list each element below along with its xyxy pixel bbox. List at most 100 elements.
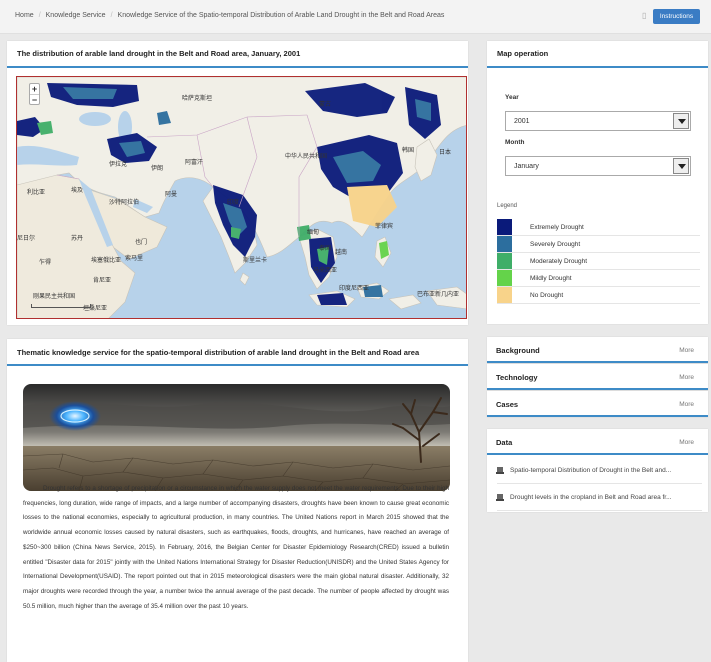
document-icon: [496, 494, 504, 501]
panel-divider: [487, 453, 708, 455]
panel-divider: [487, 415, 708, 417]
cases-more-link[interactable]: More: [679, 401, 694, 408]
map-label: 越南: [335, 250, 348, 256]
map-label: 蒙古: [319, 102, 332, 108]
zoom-out-button[interactable]: −: [30, 94, 39, 105]
map-label: 乍得: [39, 260, 52, 266]
legend-swatch: [497, 236, 512, 252]
legend-label: Extremely Drought: [530, 224, 584, 231]
data-list-item[interactable]: Spatio-temporal Distribution of Drought …: [496, 458, 702, 484]
breadcrumb-home[interactable]: Home: [15, 12, 34, 19]
drought-hero-image: [23, 384, 450, 491]
drought-map[interactable]: 哈萨克斯坦 蒙古 中华人民共和国 韩国 日本 伊拉克 伊朗 阿富汗 沙特阿拉伯 …: [16, 76, 467, 319]
map-label: 中华人民共和国: [285, 154, 328, 160]
breadcrumb-bar: Home / Knowledge Service / Knowledge Service…: [0, 0, 711, 34]
map-label: 刚果民主共和国: [33, 294, 76, 300]
panel-divider: [487, 388, 708, 390]
legend-label: Severely Drought: [530, 241, 581, 248]
map-label: 印度尼西亚: [339, 286, 370, 292]
legend-item: Severely Drought: [497, 236, 700, 253]
panel-divider: [487, 361, 708, 363]
map-operation-panel: Map operation Year 2001 Month January Le…: [487, 41, 708, 324]
background-section[interactable]: Background More: [487, 337, 708, 363]
chevron-down-icon[interactable]: [673, 113, 689, 129]
legend-item: No Drought: [497, 287, 700, 304]
year-label: Year: [505, 94, 519, 101]
month-label: Month: [505, 139, 525, 146]
map-operation-title: Map operation: [497, 49, 549, 58]
data-panel-title: Data: [496, 438, 513, 447]
breadcrumb-current: Knowledge Service of the Spatio-temporal…: [117, 12, 445, 19]
legend-swatch: [497, 287, 512, 303]
breadcrumb-separator: /: [38, 12, 41, 19]
article-panel-title: Thematic knowledge service for the spati…: [17, 348, 420, 357]
zoom-in-button[interactable]: +: [30, 84, 39, 94]
legend-swatch: [497, 219, 512, 235]
instructions-button[interactable]: Instructions: [653, 9, 700, 24]
data-item-title: Drought levels in the cropland in Belt a…: [510, 494, 672, 501]
technology-more-link[interactable]: More: [679, 374, 694, 381]
map-label: 菲律宾: [375, 224, 394, 230]
map-label: 埃塞俄比亚: [91, 258, 122, 264]
map-label: 伊朗: [151, 166, 164, 172]
month-select[interactable]: January: [505, 156, 691, 176]
year-select[interactable]: 2001: [505, 111, 691, 131]
cases-section-title: Cases: [496, 400, 519, 409]
breadcrumb-separator: /: [110, 12, 113, 19]
data-item-title: Spatio-temporal Distribution of Drought …: [510, 467, 672, 474]
zoom-control: + −: [29, 83, 40, 105]
map-label: 泰国: [319, 246, 332, 252]
map-label: 印度: [227, 200, 240, 206]
technology-section-title: Technology: [496, 373, 538, 382]
background-more-link[interactable]: More: [679, 347, 694, 354]
map-label: 索马里: [125, 256, 144, 262]
map-label: 韩国: [402, 148, 415, 154]
legend-label: No Drought: [530, 292, 564, 299]
legend-item: Extremely Drought: [497, 219, 700, 236]
legend-title: Legend: [497, 203, 518, 209]
map-label: 缅甸: [307, 230, 320, 236]
map-label: 哈萨克斯坦: [182, 96, 213, 102]
legend-item: Moderately Drought: [497, 253, 700, 270]
map-label: 尼日尔: [17, 236, 36, 242]
cases-section[interactable]: Cases More: [487, 391, 708, 417]
map-label: 马来西亚: [313, 268, 338, 274]
breadcrumb-knowledge-service[interactable]: Knowledge Service: [46, 12, 106, 19]
map-label: 肯尼亚: [93, 278, 112, 284]
legend-swatch: [497, 253, 512, 269]
map-label: 沙特阿拉伯: [109, 200, 140, 206]
map-label: 伊拉克: [109, 162, 128, 168]
map-label: 阿曼: [165, 192, 178, 198]
map-label: 日本: [439, 150, 452, 156]
data-list-item[interactable]: Drought levels in the cropland in Belt a…: [496, 485, 702, 511]
data-more-link[interactable]: More: [679, 439, 694, 446]
panel-divider: [487, 66, 708, 68]
legend-label: Moderately Drought: [530, 258, 588, 265]
map-label: 埃及: [71, 188, 84, 194]
calendar-icon: ▯: [642, 11, 647, 20]
data-panel: Data More Spatio-temporal Distribution o…: [487, 429, 708, 512]
article-body: Drought refers to a shortage of precipit…: [23, 482, 449, 614]
map-label: 也门: [135, 240, 148, 246]
year-select-value: 2001: [514, 118, 530, 125]
month-select-value: January: [514, 163, 539, 170]
panel-divider: [7, 364, 468, 366]
legend-item: Mildly Drought: [497, 270, 700, 287]
hero-canvas: [23, 384, 450, 491]
technology-section[interactable]: Technology More: [487, 364, 708, 390]
panel-divider: [7, 66, 468, 68]
breadcrumb: Home / Knowledge Service / Knowledge Service…: [15, 12, 444, 19]
map-panel-title: The distribution of arable land drought …: [17, 49, 301, 58]
map-label: 巴布亚新几内亚: [417, 292, 460, 298]
article-paragraph: Drought refers to a shortage of precipit…: [23, 485, 449, 610]
chevron-down-icon[interactable]: [673, 158, 689, 174]
legend-label: Mildly Drought: [530, 275, 572, 282]
map-label: 利比亚: [27, 190, 46, 196]
map-panel: The distribution of arable land drought …: [7, 41, 468, 325]
document-icon: [496, 467, 504, 474]
map-label: 苏丹: [71, 236, 84, 242]
map-canvas: [17, 77, 466, 318]
map-label: 斯里兰卡: [243, 258, 268, 264]
map-label: 阿富汗: [185, 160, 204, 166]
legend-swatch: [497, 270, 512, 286]
